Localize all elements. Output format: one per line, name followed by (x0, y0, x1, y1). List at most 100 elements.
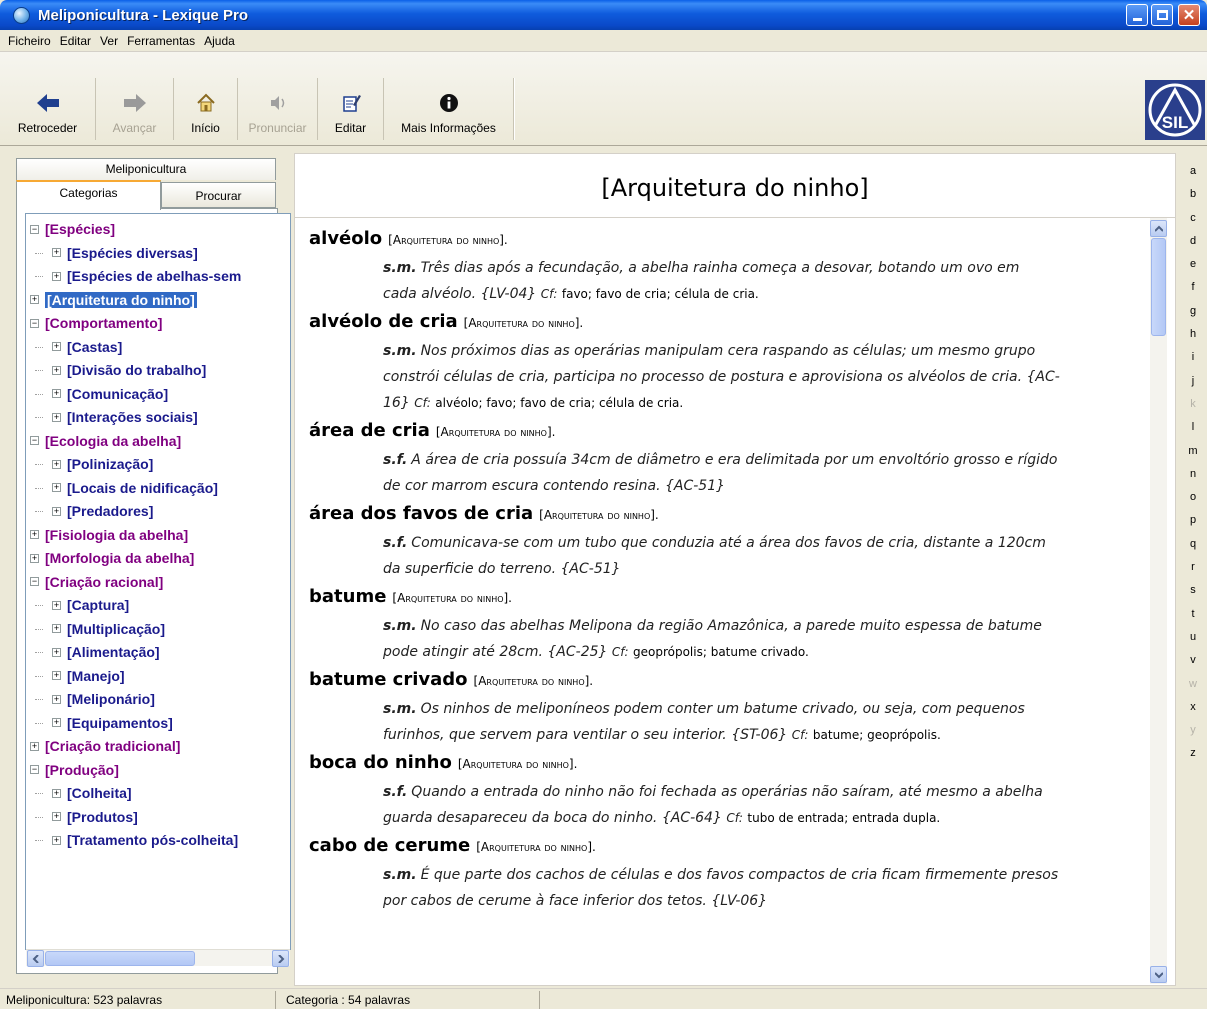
expand-icon[interactable]: + (30, 295, 39, 304)
alphabet-letter-n[interactable]: n (1180, 463, 1206, 486)
menu-ficheiro[interactable]: Ficheiro (4, 34, 55, 48)
tree-subcategory[interactable]: + [Equipamentos] (52, 713, 173, 733)
entry-headword[interactable]: boca do ninho (309, 752, 452, 773)
expand-icon[interactable]: + (52, 342, 61, 351)
entry-category[interactable]: [Arquitetura do ninho]. (388, 233, 508, 247)
entry-headword[interactable]: cabo de cerume (309, 835, 470, 856)
tree-category[interactable]: + [Morfologia da abelha] (30, 548, 194, 568)
expand-icon[interactable]: + (52, 506, 61, 516)
expand-icon[interactable]: + (52, 788, 61, 798)
expand-icon[interactable]: + (52, 694, 61, 704)
alphabet-letter-u[interactable]: u (1180, 626, 1206, 649)
entry-category[interactable]: [Arquitetura do ninho]. (539, 508, 659, 522)
tab-categorias[interactable]: Categorias (16, 180, 161, 210)
cross-references[interactable]: favo; favo de cria; célula de cria. (562, 287, 759, 301)
entry-headword[interactable]: batume (309, 586, 386, 607)
vertical-scrollbar[interactable] (1150, 218, 1167, 984)
home-button[interactable]: Início (174, 78, 238, 140)
cross-references[interactable]: batume; geoprópolis. (813, 728, 941, 742)
expand-icon[interactable]: + (52, 624, 61, 633)
tree-category[interactable]: + [Criação tradicional] (30, 736, 180, 756)
tree-category[interactable]: − [Comportamento] (30, 313, 162, 333)
expand-icon[interactable]: + (30, 741, 39, 751)
expand-icon[interactable]: + (52, 271, 61, 281)
tree-subcategory[interactable]: + [Meliponário] (52, 689, 155, 709)
alphabet-letter-b[interactable]: b (1180, 183, 1206, 206)
vertical-scroll-thumb[interactable] (1151, 238, 1166, 336)
expand-icon[interactable]: + (52, 248, 61, 257)
tree-subcategory[interactable]: + [Interações sociais] (52, 407, 198, 427)
expand-icon[interactable]: + (52, 412, 61, 422)
expand-icon[interactable]: + (52, 835, 61, 845)
collapse-icon[interactable]: − (30, 436, 39, 445)
entry-category[interactable]: [Arquitetura do ninho]. (476, 840, 596, 854)
expand-icon[interactable]: + (52, 459, 61, 469)
tree-subcategory[interactable]: + [Castas] (52, 337, 122, 357)
back-button[interactable]: Retroceder (0, 78, 96, 140)
cross-references[interactable]: geoprópolis; batume crivado. (633, 645, 809, 659)
horizontal-scrollbar[interactable] (26, 949, 290, 967)
tree-category[interactable]: − [Ecologia da abelha] (30, 431, 181, 451)
entry-headword[interactable]: batume crivado (309, 669, 468, 690)
tree-category[interactable]: + [Fisiologia da abelha] (30, 525, 188, 545)
tab-procurar[interactable]: Procurar (161, 182, 276, 208)
entry-headword[interactable]: área de cria (309, 420, 430, 441)
alphabet-letter-z[interactable]: z (1180, 742, 1206, 765)
alphabet-letter-d[interactable]: d (1180, 230, 1206, 253)
tree-subcategory[interactable]: + [Polinização] (52, 454, 153, 474)
tab-meliponicultura[interactable]: Meliponicultura (16, 158, 276, 180)
expand-icon[interactable]: + (52, 389, 61, 398)
alphabet-letter-l[interactable]: l (1180, 416, 1206, 439)
tree-subcategory[interactable]: + [Tratamento pós-colheita] (52, 830, 238, 850)
alphabet-letter-i[interactable]: i (1180, 346, 1206, 369)
tree-subcategory[interactable]: + [Espécies de abelhas-sem (52, 266, 241, 286)
alphabet-letter-h[interactable]: h (1180, 323, 1206, 346)
entry-headword[interactable]: área dos favos de cria (309, 503, 533, 524)
alphabet-letter-r[interactable]: r (1180, 556, 1206, 579)
entry-category[interactable]: [Arquitetura do ninho]. (464, 316, 584, 330)
alphabet-letter-v[interactable]: v (1180, 649, 1206, 672)
alphabet-letter-o[interactable]: o (1180, 486, 1206, 509)
maximize-button[interactable] (1151, 4, 1173, 26)
expand-icon[interactable]: + (52, 600, 61, 610)
cross-references[interactable]: alvéolo; favo; favo de cria; célula de c… (435, 396, 683, 410)
scroll-right-button[interactable] (272, 950, 289, 967)
cross-references[interactable]: tubo de entrada; entrada dupla. (747, 811, 940, 825)
tree-subcategory[interactable]: + [Divisão do trabalho] (52, 360, 206, 380)
alphabet-letter-s[interactable]: s (1180, 579, 1206, 602)
expand-icon[interactable]: + (52, 365, 61, 375)
entry-category[interactable]: [Arquitetura do ninho]. (392, 591, 512, 605)
alphabet-letter-f[interactable]: f (1180, 276, 1206, 299)
tree-subcategory[interactable]: + [Produtos] (52, 807, 138, 827)
forward-button[interactable]: Avançar (96, 78, 174, 140)
alphabet-letter-p[interactable]: p (1180, 509, 1206, 532)
expand-icon[interactable]: + (52, 812, 61, 821)
expand-icon[interactable]: + (52, 647, 61, 657)
entry-category[interactable]: [Arquitetura do ninho]. (458, 757, 578, 771)
expand-icon[interactable]: + (52, 671, 61, 680)
expand-icon[interactable]: + (52, 718, 61, 727)
tree-subcategory[interactable]: + [Comunicação] (52, 384, 168, 404)
tree-subcategory[interactable]: + [Manejo] (52, 666, 125, 686)
category-tree[interactable]: − [Espécies] + [Espécies diversas] + [Espécie… (25, 213, 291, 950)
collapse-icon[interactable]: − (30, 318, 39, 328)
pronounce-button[interactable]: Pronunciar (238, 78, 318, 140)
collapse-icon[interactable]: − (30, 577, 39, 586)
expand-icon[interactable]: + (30, 530, 39, 539)
scroll-up-button[interactable] (1150, 220, 1167, 237)
menu-ferramentas[interactable]: Ferramentas (123, 34, 199, 48)
menu-ajuda[interactable]: Ajuda (200, 34, 239, 48)
tree-subcategory[interactable]: + [Colheita] (52, 783, 132, 803)
menu-editar[interactable]: Editar (56, 34, 95, 48)
close-button[interactable]: ✕ (1178, 4, 1200, 26)
tree-subcategory[interactable]: + [Predadores] (52, 501, 153, 521)
alphabet-letter-g[interactable]: g (1180, 300, 1206, 323)
alphabet-letter-q[interactable]: q (1180, 533, 1206, 556)
tree-category[interactable]: − [Criação racional] (30, 572, 163, 592)
alphabet-letter-t[interactable]: t (1180, 603, 1206, 626)
alphabet-letter-m[interactable]: m (1180, 440, 1206, 463)
collapse-icon[interactable]: − (30, 765, 39, 774)
alphabet-letter-j[interactable]: j (1180, 370, 1206, 393)
entry-category[interactable]: [Arquitetura do ninho]. (436, 425, 556, 439)
alphabet-letter-x[interactable]: x (1180, 696, 1206, 719)
